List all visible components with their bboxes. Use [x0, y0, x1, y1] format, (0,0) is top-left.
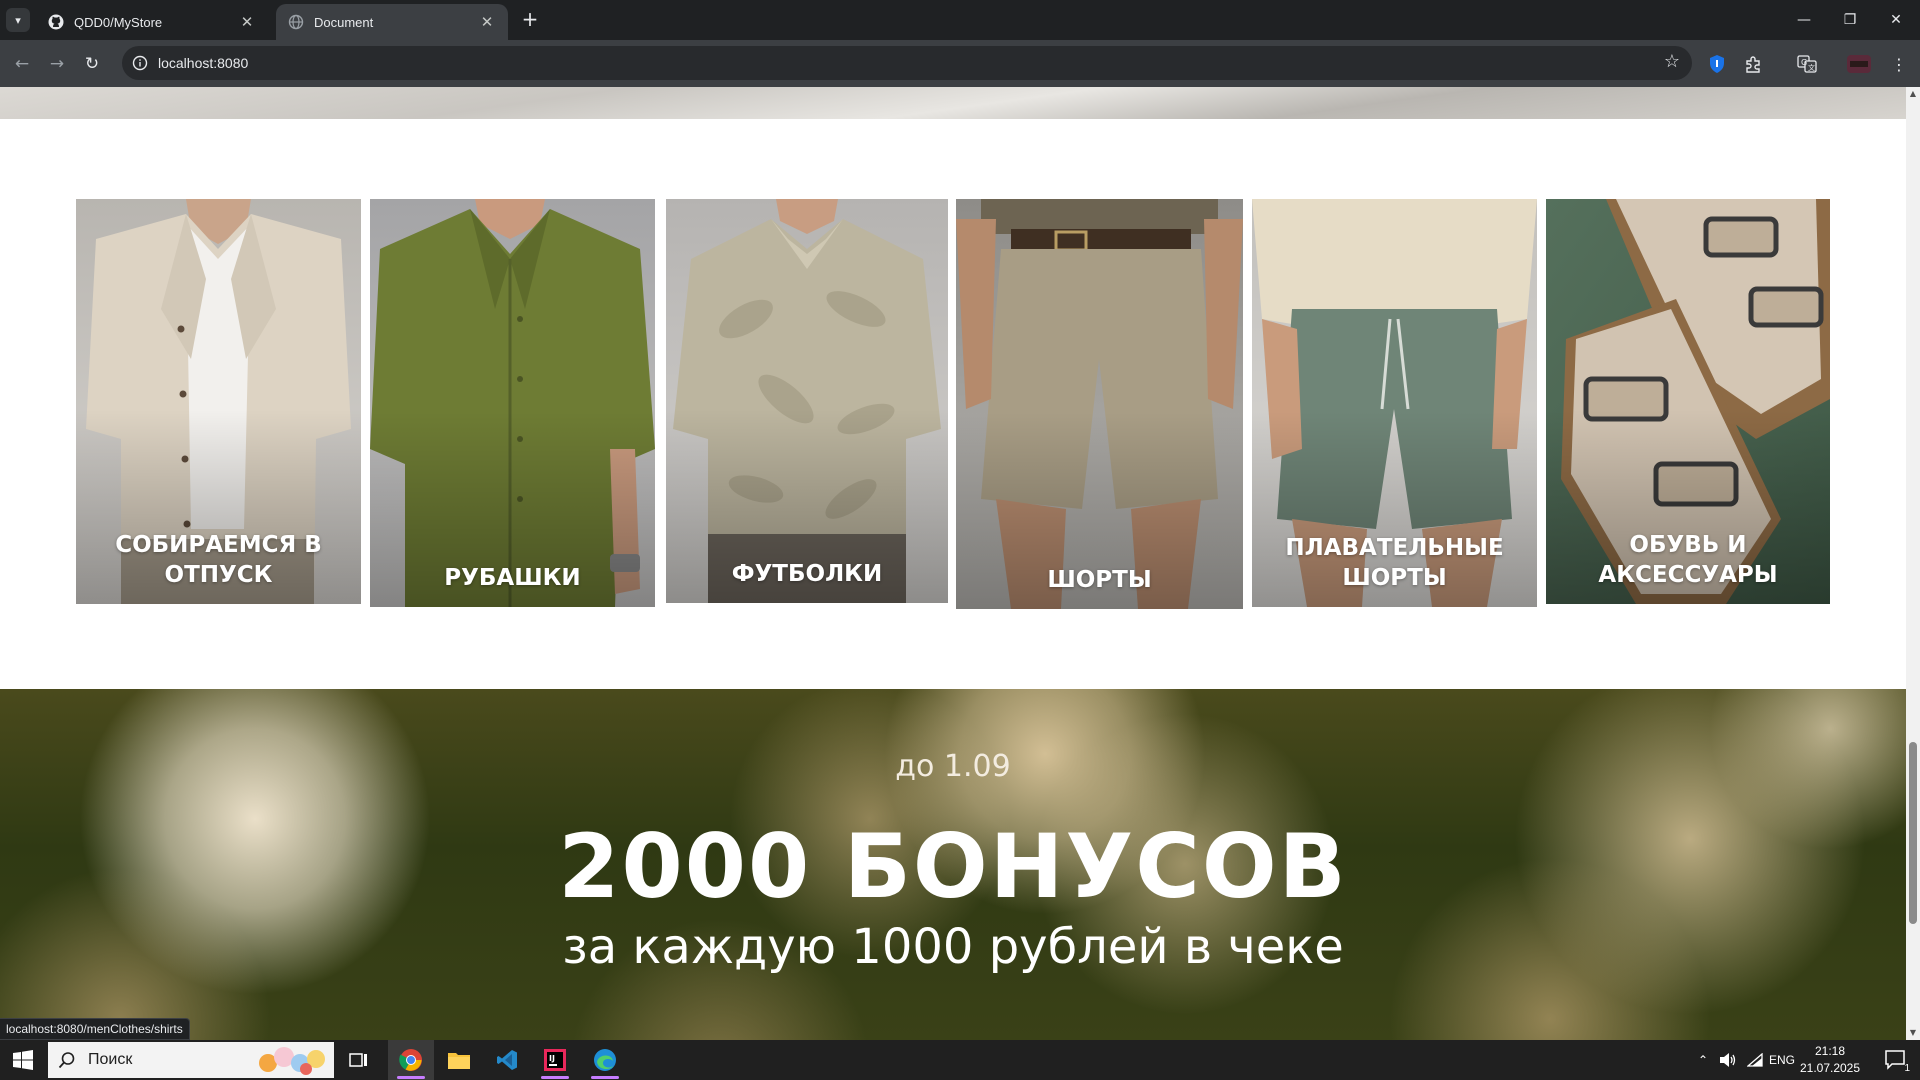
- task-view-button[interactable]: [336, 1040, 382, 1080]
- hero-banner-bottom: [0, 87, 1906, 119]
- password-manager-icon[interactable]: [1704, 51, 1730, 77]
- clock-date: 21.07.2025: [1799, 1061, 1861, 1075]
- windows-logo-icon: [13, 1050, 33, 1070]
- chevron-down-icon: ▾: [15, 13, 21, 27]
- intellij-icon: IJ: [544, 1049, 566, 1071]
- search-icon: [58, 1052, 75, 1069]
- chrome-icon: [399, 1049, 422, 1071]
- close-tab-icon[interactable]: ✕: [478, 13, 496, 31]
- category-card-shorts[interactable]: ШОРТЫ: [956, 199, 1243, 609]
- bonus-promo-banner[interactable]: до 1.09 2000 БОНУСОВ за каждую 1000 рубл…: [0, 689, 1906, 1040]
- start-button[interactable]: [0, 1040, 46, 1080]
- back-icon[interactable]: ←: [10, 52, 34, 76]
- vscode-icon: [497, 1050, 517, 1070]
- running-indicator: [591, 1076, 619, 1079]
- category-card-swim-shorts[interactable]: ПЛАВАТЕЛЬНЫЕ ШОРТЫ: [1252, 199, 1537, 607]
- running-indicator: [397, 1076, 425, 1079]
- volume-icon[interactable]: [1716, 1040, 1740, 1080]
- browser-tab-document[interactable]: Document ✕: [276, 4, 508, 40]
- search-highlight-art-icon: [259, 1047, 325, 1075]
- profile-avatar-icon[interactable]: [1846, 51, 1872, 77]
- browser-toolbar: ← → ↻ localhost:8080 ☆ G文 ⋮: [0, 40, 1920, 87]
- category-card-shoes-accessories[interactable]: ОБУВЬ И АКСЕССУАРЫ: [1546, 199, 1830, 604]
- taskbar-file-explorer[interactable]: [436, 1040, 482, 1080]
- running-indicator: [541, 1076, 569, 1079]
- taskbar-chrome[interactable]: [388, 1040, 434, 1080]
- close-window-icon[interactable]: ✕: [1876, 6, 1916, 34]
- github-icon: [48, 14, 64, 30]
- scrollbar-thumb[interactable]: [1909, 742, 1917, 924]
- minimize-icon[interactable]: —: [1784, 6, 1824, 34]
- forward-icon[interactable]: →: [45, 52, 69, 76]
- close-tab-icon[interactable]: ✕: [238, 13, 256, 31]
- promo-headline: 2000 БОНУСОВ: [558, 815, 1348, 918]
- svg-text:文: 文: [1808, 63, 1815, 72]
- scroll-up-icon[interactable]: ▲: [1906, 87, 1920, 101]
- url-text: localhost:8080: [158, 55, 249, 71]
- restore-icon[interactable]: ❐: [1830, 6, 1870, 34]
- taskbar-clock[interactable]: 21:18 21.07.2025: [1790, 1043, 1870, 1077]
- clock-time: 21:18: [1814, 1044, 1846, 1058]
- folder-icon: [448, 1053, 470, 1069]
- browser-tab-bar: ▾ QDD0/MyStore ✕ Document ✕ + — ❐ ✕: [0, 0, 1920, 40]
- page-viewport: СОБИРАЕМСЯ В ОТПУСК РУБАШКИ ФУТБОЛКИ ШОР…: [0, 87, 1906, 1040]
- status-link-preview: localhost:8080/menClothes/shirts: [0, 1018, 190, 1040]
- scroll-down-icon[interactable]: ▼: [1906, 1026, 1920, 1040]
- translate-icon[interactable]: G文: [1794, 51, 1820, 77]
- tab-search-button[interactable]: ▾: [6, 8, 30, 32]
- globe-icon: [288, 14, 304, 30]
- address-bar[interactable]: localhost:8080 ☆: [122, 46, 1692, 80]
- site-info-icon[interactable]: [132, 55, 148, 71]
- new-tab-button[interactable]: +: [518, 8, 542, 32]
- category-label: ПЛАВАТЕЛЬНЫЕ ШОРТЫ: [1285, 535, 1504, 591]
- category-label: СОБИРАЕМСЯ В ОТПУСК: [115, 532, 322, 588]
- promo-subline: за каждую 1000 рублей в чеке: [562, 919, 1344, 975]
- search-placeholder: Поиск: [88, 1051, 133, 1068]
- tab-title: Document: [314, 14, 374, 30]
- tray-overflow-icon[interactable]: ⌃: [1692, 1040, 1714, 1080]
- category-card-vacation[interactable]: СОБИРАЕМСЯ В ОТПУСК: [76, 199, 361, 604]
- svg-text:G: G: [1801, 58, 1807, 67]
- page-scrollbar[interactable]: ▲ ▼: [1906, 87, 1920, 1040]
- taskbar-intellij[interactable]: IJ: [532, 1040, 578, 1080]
- windows-taskbar: Поиск IJ ⌃ ENG 21:18 21.07.2025 1: [0, 1040, 1920, 1080]
- taskbar-search[interactable]: Поиск: [48, 1042, 334, 1078]
- notification-center-button[interactable]: 1: [1876, 1040, 1916, 1080]
- edge-icon: [594, 1049, 616, 1071]
- category-label: РУБАШКИ: [444, 565, 581, 591]
- category-label: ФУТБОЛКИ: [731, 561, 883, 587]
- card-shade: [666, 199, 948, 603]
- browser-tab-github[interactable]: QDD0/MyStore ✕: [36, 4, 268, 40]
- svg-text:IJ: IJ: [549, 1054, 555, 1063]
- tab-title: QDD0/MyStore: [74, 14, 163, 30]
- task-view-icon: [349, 1053, 367, 1067]
- category-card-shirts[interactable]: РУБАШКИ: [370, 199, 655, 607]
- category-card-tshirts[interactable]: ФУТБОЛКИ: [666, 199, 948, 603]
- taskbar-vscode[interactable]: [484, 1040, 530, 1080]
- category-label: ОБУВЬ И АКСЕССУАРЫ: [1598, 532, 1778, 588]
- extensions-icon[interactable]: [1740, 51, 1766, 77]
- network-icon[interactable]: [1744, 1040, 1766, 1080]
- card-shade: [370, 199, 655, 607]
- promo-date: до 1.09: [895, 749, 1011, 784]
- category-label: ШОРТЫ: [1047, 567, 1152, 593]
- bookmark-star-icon[interactable]: ☆: [1664, 51, 1680, 72]
- notification-count: 1: [1904, 1063, 1910, 1074]
- more-menu-icon[interactable]: ⋮: [1886, 51, 1912, 77]
- reload-icon[interactable]: ↻: [80, 52, 104, 76]
- taskbar-edge[interactable]: [582, 1040, 628, 1080]
- card-shade: [956, 199, 1243, 609]
